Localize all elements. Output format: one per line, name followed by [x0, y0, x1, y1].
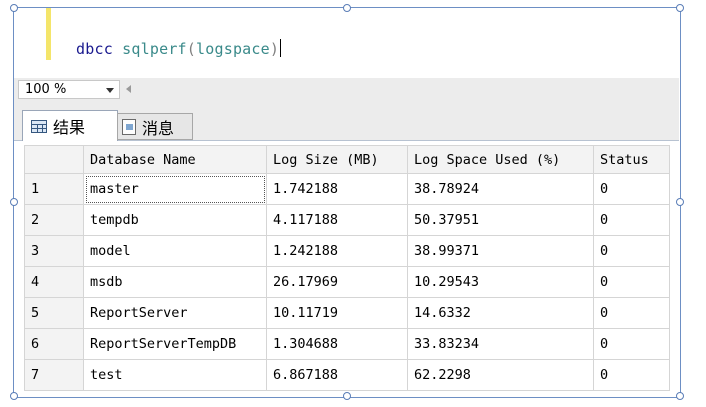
tab-results-label: 结果 — [53, 118, 86, 137]
resize-handle[interactable] — [676, 4, 684, 12]
cell-log-size[interactable]: 26.17969 — [266, 266, 408, 298]
cell-log-size[interactable]: 1.242188 — [266, 235, 408, 267]
cell-database-name[interactable]: master — [83, 173, 267, 205]
chevron-down-icon[interactable] — [106, 88, 114, 93]
tab-messages-label: 消息 — [142, 118, 175, 138]
resize-handle[interactable] — [676, 198, 684, 206]
cell-log-space-used[interactable]: 50.37951 — [407, 204, 594, 236]
code-function: sqlperf — [122, 40, 187, 58]
column-header-status[interactable]: Status — [593, 145, 670, 174]
text-caret — [280, 39, 282, 57]
code-line[interactable]: dbcc sqlperf(logspace) — [76, 39, 282, 58]
resize-handle[interactable] — [343, 392, 351, 400]
code-argument: logspace — [196, 40, 270, 58]
code-open-paren: ( — [186, 40, 197, 58]
cell-database-name[interactable]: tempdb — [83, 204, 267, 236]
cell-log-size[interactable]: 6.867188 — [266, 359, 408, 391]
cell-status[interactable]: 0 — [593, 359, 670, 391]
row-number[interactable]: 3 — [24, 235, 84, 267]
resize-handle[interactable] — [343, 4, 351, 12]
code-keyword: dbcc — [76, 40, 113, 58]
row-number[interactable]: 1 — [24, 173, 84, 205]
cell-database-name[interactable]: ReportServer — [83, 297, 267, 329]
results-grid-area: Database Name Log Size (MB) Log Space Us… — [14, 141, 679, 396]
table-row[interactable]: 4 msdb 26.17969 10.29543 0 — [24, 266, 670, 298]
cell-log-size[interactable]: 1.304688 — [266, 328, 408, 360]
cell-log-space-used[interactable]: 62.2298 — [407, 359, 594, 391]
cell-status[interactable]: 0 — [593, 297, 670, 329]
table-row[interactable]: 1 master 1.742188 38.78924 0 — [24, 173, 670, 205]
resize-handle[interactable] — [10, 198, 18, 206]
resize-handle[interactable] — [10, 4, 18, 12]
cell-log-size[interactable]: 4.117188 — [266, 204, 408, 236]
zoom-value: 100 % — [25, 82, 67, 97]
cell-status[interactable]: 0 — [593, 235, 670, 267]
row-number[interactable]: 7 — [24, 359, 84, 391]
message-doc-icon — [122, 118, 136, 135]
cell-status[interactable]: 0 — [593, 266, 670, 298]
grid-icon — [31, 119, 47, 133]
sql-editor[interactable]: dbcc sqlperf(logspace) — [14, 8, 679, 78]
cell-log-space-used[interactable]: 10.29543 — [407, 266, 594, 298]
table-row[interactable]: 7 test 6.867188 62.2298 0 — [24, 359, 670, 391]
table-row[interactable]: 6 ReportServerTempDB 1.304688 33.83234 0 — [24, 328, 670, 360]
tab-messages[interactable]: 消息 — [117, 113, 193, 140]
table-row[interactable]: 2 tempdb 4.117188 50.37951 0 — [24, 204, 670, 236]
scroll-left-icon[interactable] — [126, 85, 131, 93]
table-row[interactable]: 3 model 1.242188 38.99371 0 — [24, 235, 670, 267]
row-number[interactable]: 4 — [24, 266, 84, 298]
table-row[interactable]: 5 ReportServer 10.11719 14.6332 0 — [24, 297, 670, 329]
changed-line-marker — [46, 8, 51, 60]
cell-status[interactable]: 0 — [593, 173, 670, 205]
results-grid: Database Name Log Size (MB) Log Space Us… — [24, 145, 670, 391]
cell-log-space-used[interactable]: 14.6332 — [407, 297, 594, 329]
cell-database-name[interactable]: test — [83, 359, 267, 391]
cell-database-name[interactable]: model — [83, 235, 267, 267]
cell-database-name[interactable]: ReportServerTempDB — [83, 328, 267, 360]
zoom-bar: 100 % — [14, 78, 679, 102]
row-number[interactable]: 5 — [24, 297, 84, 329]
cell-status[interactable]: 0 — [593, 328, 670, 360]
tab-results[interactable]: 结果 — [22, 110, 118, 141]
row-number-header[interactable] — [24, 145, 84, 174]
cell-log-space-used[interactable]: 33.83234 — [407, 328, 594, 360]
header-row: Database Name Log Size (MB) Log Space Us… — [24, 145, 670, 174]
cell-log-size[interactable]: 10.11719 — [266, 297, 408, 329]
cell-log-space-used[interactable]: 38.78924 — [407, 173, 594, 205]
resize-handle[interactable] — [10, 392, 18, 400]
row-number[interactable]: 2 — [24, 204, 84, 236]
cell-log-space-used[interactable]: 38.99371 — [407, 235, 594, 267]
row-number[interactable]: 6 — [24, 328, 84, 360]
column-header-database-name[interactable]: Database Name — [83, 145, 267, 174]
cell-status[interactable]: 0 — [593, 204, 670, 236]
results-tabstrip: 结果 消息 — [14, 102, 679, 141]
code-close-paren: ) — [269, 40, 280, 58]
resize-handle[interactable] — [676, 392, 684, 400]
column-header-log-space-used[interactable]: Log Space Used (%) — [407, 145, 594, 174]
cell-database-name[interactable]: msdb — [83, 266, 267, 298]
zoom-dropdown[interactable]: 100 % — [18, 80, 120, 99]
cell-log-size[interactable]: 1.742188 — [266, 173, 408, 205]
column-header-log-size[interactable]: Log Size (MB) — [266, 145, 408, 174]
